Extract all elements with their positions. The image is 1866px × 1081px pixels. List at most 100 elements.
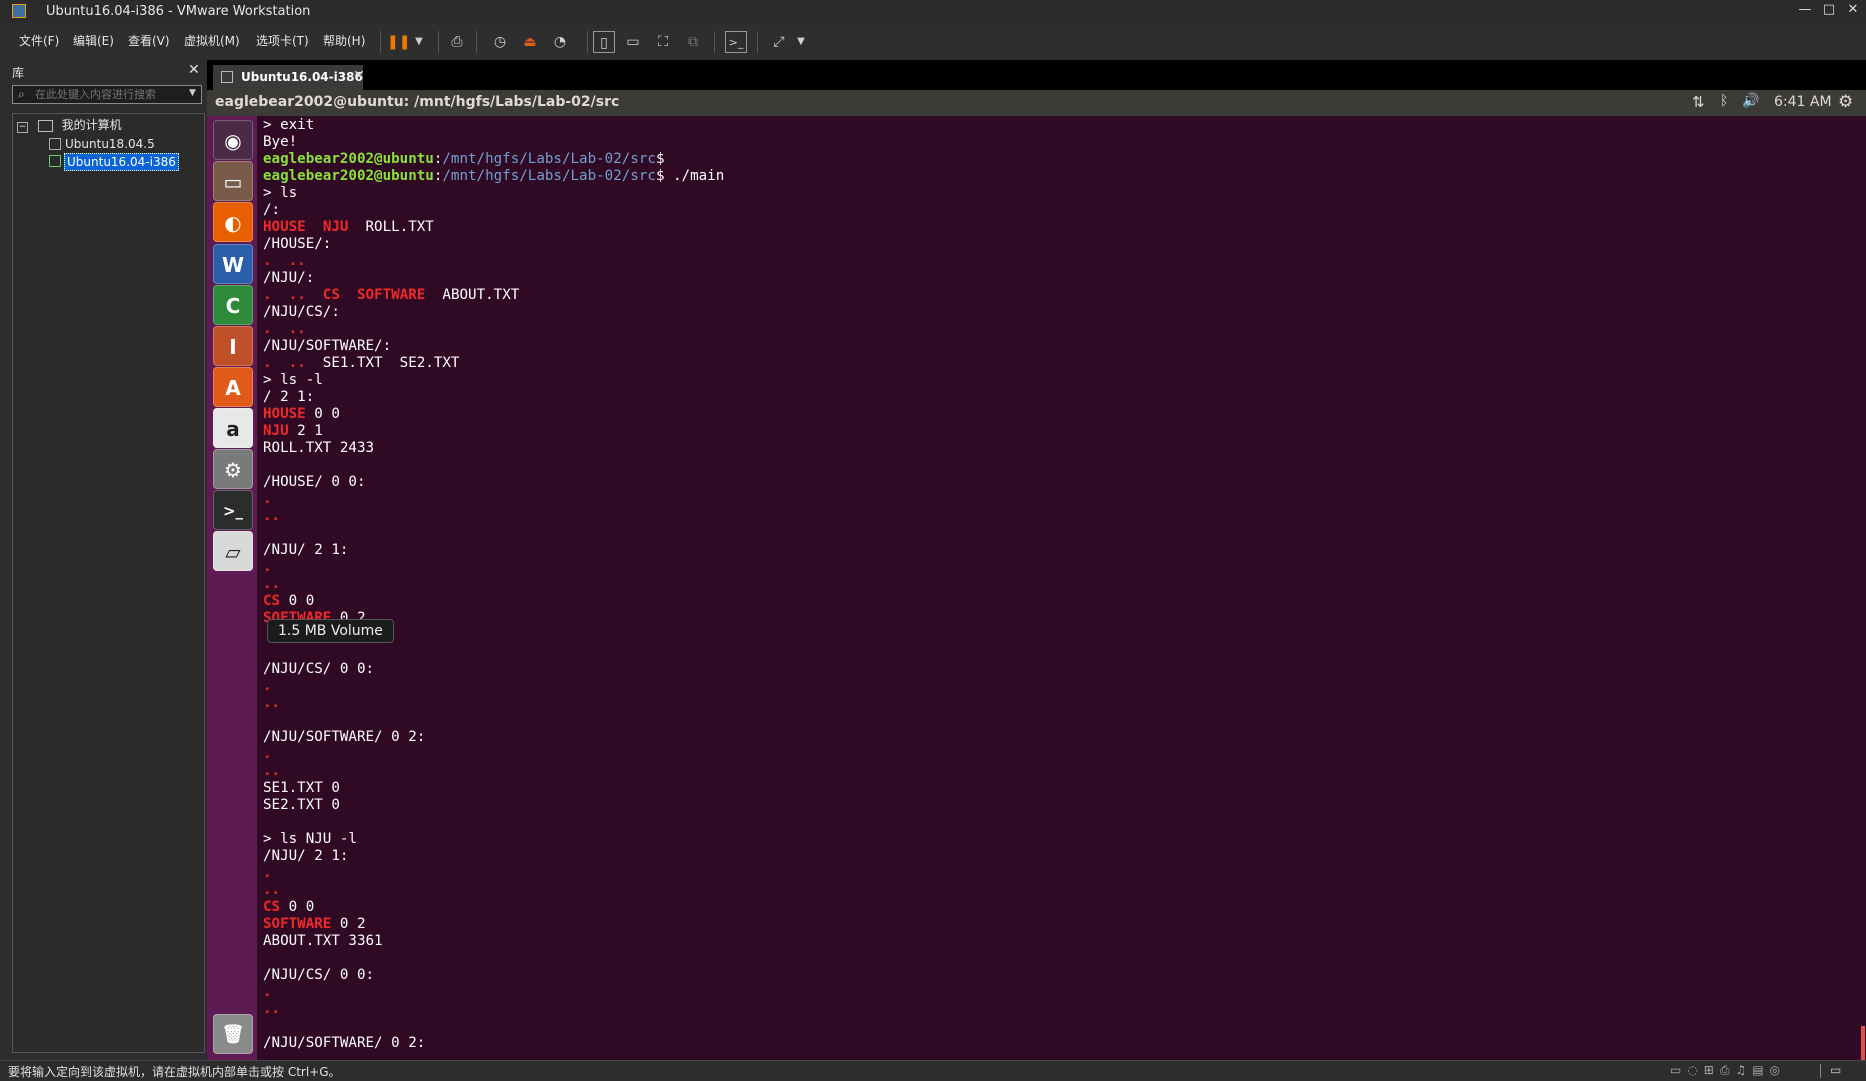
- library-view-icon[interactable]: ▯: [593, 31, 615, 53]
- terminal-text: . ..: [263, 287, 323, 303]
- tree-root-label: 我的计算机: [61, 118, 122, 132]
- menu-vm[interactable]: 虚拟机(M): [184, 32, 240, 50]
- terminal-text: . ..: [263, 253, 306, 269]
- terminal-text: SOFTWARE: [356, 287, 426, 303]
- clock[interactable]: 6:41 AM: [1774, 94, 1832, 110]
- terminal-text: . ..: [263, 321, 306, 337]
- terminal-text: > ls: [263, 185, 298, 201]
- terminal-text: /NJU/CS/ 0 0:: [263, 967, 375, 983]
- terminal-text: /mnt/hgfs/Labs/Lab-02/src: [442, 168, 656, 184]
- launcher-dash-home-icon[interactable]: ◉: [213, 120, 253, 160]
- terminal-text: NJU: [263, 423, 289, 439]
- fullscreen-icon[interactable]: ⛶: [652, 31, 674, 53]
- launcher-system-settings-icon[interactable]: ⚙: [213, 449, 253, 489]
- launcher-volume-icon[interactable]: ▱: [213, 531, 253, 571]
- library-close-button[interactable]: ✕: [188, 62, 200, 78]
- message-icon[interactable]: ▭: [1830, 1063, 1841, 1077]
- tree-root[interactable]: − 我的计算机: [17, 116, 122, 134]
- terminal-text: /mnt/hgfs/Labs/Lab-02/src: [442, 151, 656, 167]
- menu-file[interactable]: 文件(F): [19, 32, 59, 50]
- terminal-text: SE1.TXT 0: [263, 780, 340, 796]
- status-text: 要将输入定向到该虚拟机，请在虚拟机内部单击或按 Ctrl+G。: [8, 1065, 341, 1079]
- stretch-icon[interactable]: ⤢: [768, 31, 790, 53]
- terminal-text: > ls NJU -l: [263, 831, 357, 847]
- menu-help[interactable]: 帮助(H): [323, 32, 365, 50]
- chevron-down-icon[interactable]: ▼: [189, 88, 196, 98]
- terminal-text: > exit: [263, 117, 315, 133]
- send-keys-icon[interactable]: ⎙: [446, 31, 468, 53]
- vm-running-icon: [49, 155, 61, 167]
- terminal-text: ROLL.TXT: [348, 219, 434, 235]
- terminal-window[interactable]: > exit Bye! eaglebear2002@ubuntu:/mnt/hg…: [257, 116, 1866, 1060]
- terminal-text: /NJU/ 2 1:: [263, 542, 349, 558]
- terminal-text: SOFTWARE: [263, 916, 332, 932]
- library-search-input[interactable]: [35, 87, 185, 102]
- terminal-text: ABOUT.TXT 3361: [263, 933, 383, 949]
- unity-icon[interactable]: ⧉: [682, 31, 704, 53]
- toolbar-separator: [476, 31, 477, 53]
- terminal-text: /NJU/SOFTWARE/ 0 2:: [263, 1035, 426, 1051]
- terminal-text: 0 0: [280, 593, 315, 609]
- vmware-logo-icon: [12, 4, 26, 18]
- tab-close-icon[interactable]: ✕: [353, 68, 365, 84]
- launcher-libreoffice-impress-icon[interactable]: I: [213, 326, 253, 366]
- dropdown-icon[interactable]: ▼: [790, 31, 812, 53]
- terminal-text: 2 1: [288, 423, 323, 439]
- toolbar-separator: [587, 31, 588, 53]
- collapse-icon[interactable]: −: [17, 122, 28, 133]
- menu-tabs[interactable]: 选项卡(T): [256, 32, 309, 50]
- vm-icon: [49, 138, 61, 150]
- terminal-text: .: [263, 746, 272, 762]
- terminal-text: eaglebear2002@ubuntu: [263, 168, 434, 184]
- terminal-text: SE1.TXT SE2.TXT: [305, 355, 460, 371]
- maximize-button[interactable]: □: [1818, 0, 1840, 22]
- bluetooth-icon[interactable]: ᛒ: [1720, 93, 1728, 109]
- status-separator: [1820, 1064, 1821, 1078]
- thumbnail-view-icon[interactable]: ▭: [622, 31, 644, 53]
- launcher-files-icon[interactable]: ▭: [213, 161, 253, 201]
- launcher-firefox-icon[interactable]: ◐: [213, 202, 253, 242]
- tree-item-label: Ubuntu16.04-i386: [64, 153, 179, 171]
- terminal-scrollbar[interactable]: [1861, 1026, 1865, 1060]
- toolbar-separator: [714, 31, 715, 53]
- menu-edit[interactable]: 编辑(E): [73, 32, 114, 50]
- terminal-text: .: [263, 491, 272, 507]
- terminal-text: /HOUSE/ 0 0:: [263, 474, 366, 490]
- launcher-libreoffice-writer-icon[interactable]: W: [213, 244, 253, 284]
- terminal-text: /:: [263, 202, 281, 218]
- launcher-libreoffice-calc-icon[interactable]: C: [213, 285, 253, 325]
- terminal-text: .: [263, 678, 272, 694]
- terminal-text: .: [263, 984, 272, 1000]
- close-button[interactable]: ✕: [1842, 0, 1864, 22]
- pause-icon[interactable]: ❚❚: [387, 31, 410, 53]
- menu-bar: 文件(F) 编辑(E) 查看(V) 虚拟机(M) 选项卡(T) 帮助(H) ❚❚…: [0, 23, 1866, 61]
- toolbar-separator: [438, 31, 439, 53]
- tab-ubuntu16[interactable]: Ubuntu16.04-i386 ✕: [213, 65, 365, 90]
- snapshot-manager-icon[interactable]: ◔: [549, 31, 571, 53]
- launcher-terminal-icon[interactable]: >_: [213, 490, 253, 530]
- volume-icon[interactable]: 🔊: [1742, 93, 1759, 109]
- terminal-text: 0 2: [331, 916, 366, 932]
- dropdown-icon[interactable]: ▼: [408, 31, 430, 53]
- gear-icon[interactable]: ⚙: [1838, 92, 1853, 112]
- terminal-text: /NJU/SOFTWARE/ 0 2:: [263, 729, 426, 745]
- terminal-text: ..: [263, 576, 281, 592]
- launcher-software-center-icon[interactable]: A: [213, 367, 253, 407]
- minimize-button[interactable]: —: [1794, 0, 1816, 22]
- terminal-text: ABOUT.TXT: [425, 287, 520, 303]
- library-header: 库: [12, 66, 25, 80]
- terminal-text: HOUSE: [263, 219, 306, 235]
- terminal-text: /HOUSE/:: [263, 236, 332, 252]
- revert-snapshot-icon[interactable]: ⏏: [519, 31, 541, 53]
- terminal-text: CS: [263, 899, 281, 915]
- device-status-icons[interactable]: ▭◌⊞⎙♫▤◎: [1670, 1063, 1786, 1078]
- snapshot-icon[interactable]: ◷: [489, 31, 511, 53]
- library-search-box[interactable]: ⌕ ▼: [12, 85, 202, 104]
- console-icon[interactable]: >_: [725, 31, 747, 53]
- terminal-text: ..: [263, 695, 281, 711]
- network-icon[interactable]: ⇅: [1692, 93, 1705, 111]
- launcher-amazon-icon[interactable]: a: [213, 408, 253, 448]
- launcher-trash-icon[interactable]: 🗑: [213, 1014, 253, 1054]
- menu-view[interactable]: 查看(V): [128, 32, 170, 50]
